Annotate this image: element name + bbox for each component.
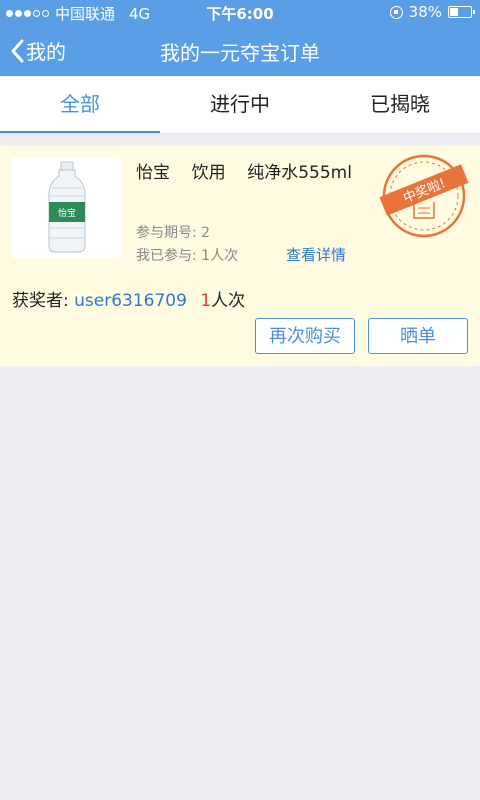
tab-revealed[interactable]: 已揭晓	[320, 76, 480, 133]
bottle-brand-label: 怡宝	[58, 207, 76, 219]
product-title[interactable]: 怡宝 饮用 纯净水555ml	[136, 158, 352, 183]
winner-stamp-icon: 中奖啦!	[379, 154, 469, 238]
order-card: 怡宝 怡宝 饮用 纯净水555ml 参与期号: 2 我已参与: 1人次 查看详情…	[0, 146, 480, 366]
status-right: 38%	[389, 3, 475, 21]
nav-bar: 我的 我的一元夺宝订单	[0, 24, 480, 76]
winner-line: 获奖者: user6316709 1人次	[12, 286, 245, 311]
tab-in-progress[interactable]: 进行中	[160, 76, 320, 133]
share-order-button[interactable]: 晒单	[368, 318, 468, 354]
winner-count: 1	[200, 291, 212, 311]
winner-label: 获奖者:	[12, 291, 69, 311]
water-bottle-icon: 怡宝	[48, 161, 86, 253]
status-bar: 中国联通 4G 下午6:00 38%	[0, 0, 480, 24]
period-number: 参与期号: 2	[136, 225, 211, 241]
battery-percent: 38%	[408, 3, 442, 21]
battery-icon	[448, 6, 475, 18]
view-details-link[interactable]: 查看详情	[286, 244, 346, 265]
product-image[interactable]: 怡宝	[12, 158, 122, 258]
page-title: 我的一元夺宝订单	[160, 41, 320, 65]
winner-unit: 人次	[211, 291, 246, 311]
rebuy-button[interactable]: 再次购买	[255, 318, 355, 354]
rotation-lock-icon	[389, 5, 403, 19]
winner-username[interactable]: user6316709	[74, 291, 187, 311]
joined-count: 我已参与: 1人次	[136, 248, 239, 264]
tab-all[interactable]: 全部	[0, 76, 160, 133]
tab-bar: 全部 进行中 已揭晓	[0, 76, 480, 134]
